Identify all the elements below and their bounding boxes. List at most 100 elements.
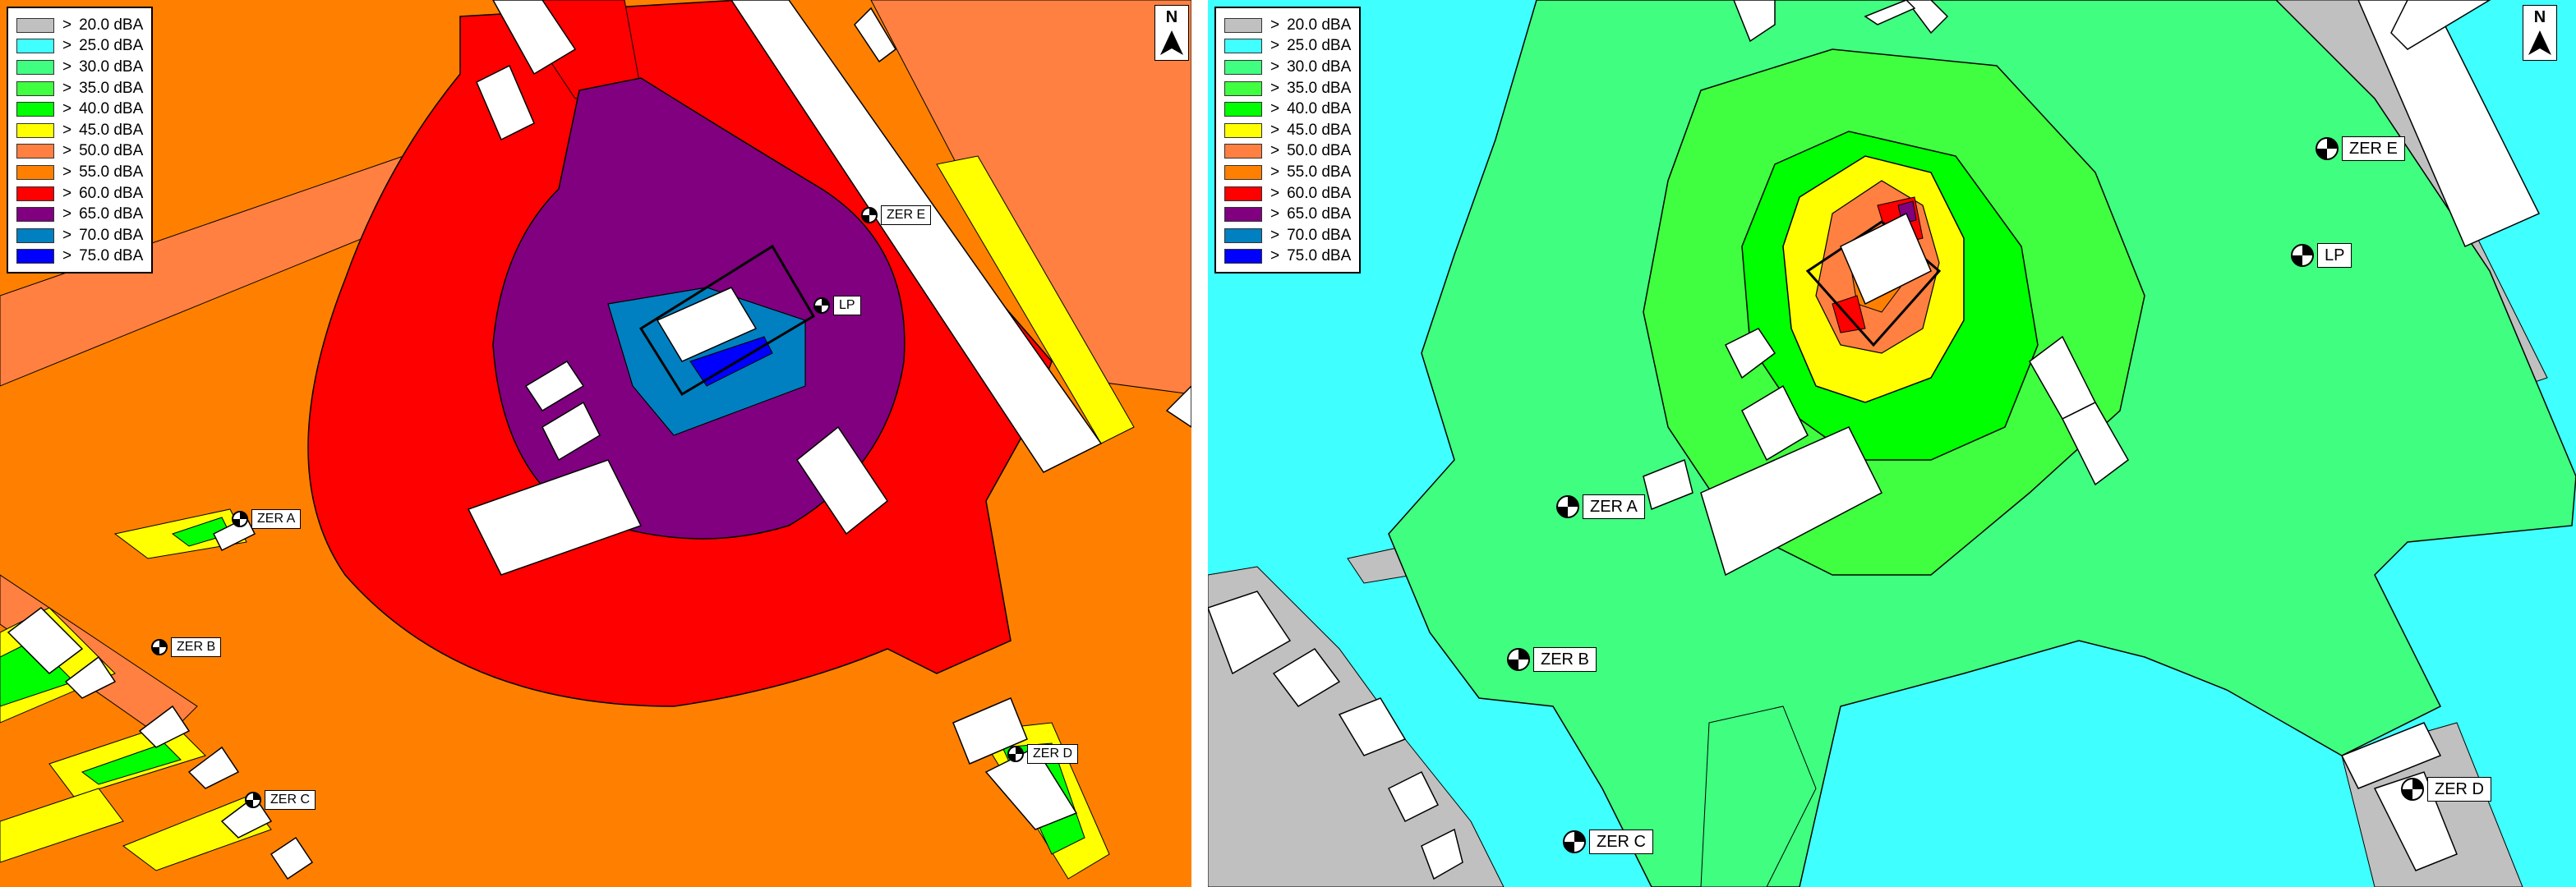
- legend-item: >75.0 dBA: [1224, 246, 1351, 268]
- receiver-zer-d[interactable]: ZER D: [2401, 777, 2491, 802]
- legend-operator: >: [62, 226, 72, 244]
- receiver-label: ZER A: [251, 509, 302, 529]
- north-label: N: [1165, 8, 1178, 26]
- legend-operator: >: [1270, 79, 1280, 97]
- legend-item: >75.0 dBA: [16, 246, 143, 268]
- legend-label: 65.0 dBA: [1287, 205, 1352, 223]
- receiver-icon: [1563, 830, 1586, 853]
- receiver-zer-a[interactable]: ZER A: [232, 509, 302, 529]
- legend-swatch: [16, 39, 54, 54]
- legend-swatch: [16, 144, 54, 159]
- legend-operator: >: [62, 205, 72, 223]
- legend-label: 25.0 dBA: [79, 37, 144, 55]
- receiver-icon: [813, 297, 830, 314]
- legend-swatch: [1224, 39, 1262, 54]
- legend-swatch: [16, 227, 54, 243]
- legend-label: 75.0 dBA: [1287, 247, 1352, 265]
- legend-operator: >: [62, 37, 72, 55]
- legend-operator: >: [1270, 37, 1280, 55]
- receiver-icon: [245, 792, 261, 808]
- receiver-label: ZER A: [1583, 494, 1645, 519]
- legend-item: >60.0 dBA: [1224, 183, 1351, 205]
- legend-label: 70.0 dBA: [1287, 226, 1352, 244]
- receiver-lp[interactable]: LP: [813, 296, 861, 315]
- legend-item: >50.0 dBA: [1224, 141, 1351, 163]
- legend-operator: >: [1270, 16, 1280, 34]
- receiver-zer-e[interactable]: ZER E: [2316, 136, 2405, 161]
- receiver-label: ZER D: [2427, 777, 2491, 802]
- legend-item: >40.0 dBA: [16, 99, 143, 120]
- legend-label: 55.0 dBA: [79, 163, 144, 181]
- legend-operator: >: [1270, 226, 1280, 244]
- receiver-lp[interactable]: LP: [2291, 243, 2353, 268]
- receiver-zer-e[interactable]: ZER E: [861, 205, 932, 225]
- legend-item: >65.0 dBA: [1224, 204, 1351, 225]
- legend-item: >30.0 dBA: [1224, 57, 1351, 78]
- legend-operator: >: [62, 16, 72, 34]
- legend: >20.0 dBA >25.0 dBA >30.0 dBA >35.0 dBA >40.…: [1214, 7, 1362, 274]
- legend-item: >30.0 dBA: [16, 57, 143, 78]
- legend-operator: >: [62, 79, 72, 97]
- noise-map-right: >20.0 dBA >25.0 dBA >30.0 dBA >35.0 dBA >40.…: [1208, 0, 2576, 887]
- receiver-icon: [1007, 746, 1024, 762]
- receiver-zer-c[interactable]: ZER C: [1563, 830, 1653, 854]
- legend-operator: >: [1270, 247, 1280, 265]
- legend-swatch: [16, 186, 54, 201]
- legend-swatch: [16, 80, 54, 96]
- legend-operator: >: [62, 100, 72, 118]
- legend-operator: >: [1270, 163, 1280, 181]
- north-label: N: [2533, 8, 2546, 26]
- legend-label: 65.0 dBA: [79, 205, 144, 223]
- legend-swatch: [1224, 17, 1262, 33]
- receiver-zer-c[interactable]: ZER C: [245, 790, 316, 810]
- receiver-label: ZER D: [1027, 744, 1078, 764]
- legend-operator: >: [62, 184, 72, 202]
- receiver-label: ZER C: [1589, 830, 1653, 854]
- receiver-icon: [2401, 778, 2424, 801]
- legend-item: >45.0 dBA: [16, 120, 143, 141]
- legend-item: >55.0 dBA: [1224, 162, 1351, 183]
- receiver-zer-b[interactable]: ZER B: [151, 637, 222, 657]
- receiver-zer-d[interactable]: ZER D: [1007, 744, 1078, 764]
- legend-swatch: [1224, 249, 1262, 264]
- legend-label: 20.0 dBA: [1287, 16, 1352, 34]
- legend-label: 55.0 dBA: [1287, 163, 1352, 181]
- legend-swatch: [1224, 144, 1262, 159]
- legend-label: 30.0 dBA: [79, 57, 144, 76]
- north-arrow: N: [1154, 5, 1189, 61]
- legend-swatch: [16, 164, 54, 180]
- legend-operator: >: [1270, 100, 1280, 118]
- legend-operator: >: [1270, 205, 1280, 223]
- legend-swatch: [16, 207, 54, 223]
- legend-item: >45.0 dBA: [1224, 120, 1351, 141]
- receiver-icon: [232, 511, 248, 527]
- legend-item: >65.0 dBA: [16, 204, 143, 225]
- legend-label: 45.0 dBA: [79, 121, 144, 139]
- legend-operator: >: [1270, 57, 1280, 76]
- receiver-icon: [2291, 244, 2314, 267]
- legend-operator: >: [1270, 142, 1280, 160]
- legend-item: >60.0 dBA: [16, 183, 143, 205]
- receiver-icon: [1507, 648, 1530, 671]
- legend-swatch: [1224, 59, 1262, 75]
- legend-swatch: [16, 249, 54, 264]
- legend-item: >40.0 dBA: [1224, 99, 1351, 120]
- legend: >20.0 dBA >25.0 dBA >30.0 dBA >35.0 dBA >40.…: [7, 7, 154, 274]
- noise-map-left: >20.0 dBA >25.0 dBA >30.0 dBA >35.0 dBA >40.…: [0, 0, 1191, 887]
- receiver-icon: [151, 639, 168, 655]
- legend-swatch: [16, 122, 54, 138]
- legend-swatch: [1224, 164, 1262, 180]
- legend-swatch: [16, 102, 54, 117]
- receiver-label: ZER B: [1533, 647, 1597, 672]
- noise-contours-right: [1208, 0, 2576, 887]
- legend-item: >70.0 dBA: [16, 225, 143, 246]
- legend-operator: >: [62, 163, 72, 181]
- legend-label: 35.0 dBA: [1287, 79, 1352, 97]
- receiver-label: LP: [2317, 243, 2353, 268]
- receiver-label: ZER C: [265, 790, 316, 810]
- legend-label: 35.0 dBA: [79, 79, 144, 97]
- legend-swatch: [1224, 186, 1262, 201]
- receiver-zer-a[interactable]: ZER A: [1556, 494, 1645, 519]
- receiver-zer-b[interactable]: ZER B: [1507, 647, 1597, 672]
- receiver-label: ZER E: [2342, 136, 2405, 161]
